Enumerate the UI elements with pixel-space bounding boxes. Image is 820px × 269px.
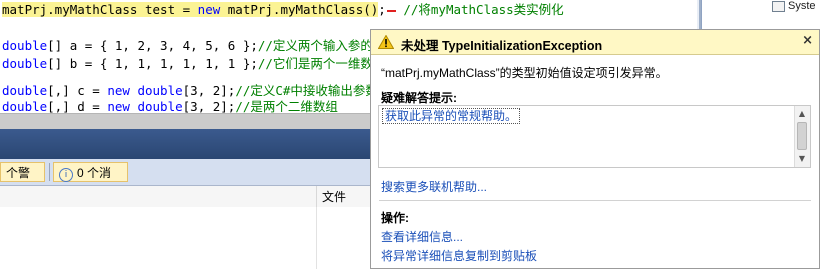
column-separator[interactable] — [316, 186, 317, 207]
column-separator — [316, 207, 317, 269]
popup-header: 未处理 TypeInitializationException × — [371, 30, 819, 55]
close-icon[interactable]: × — [802, 33, 813, 48]
code-text: [3, 2]; — [182, 83, 236, 98]
copy-exception-detail-link[interactable]: 将异常详细信息复制到剪贴板 — [381, 247, 537, 264]
column-header-file[interactable]: 文件 — [322, 188, 346, 205]
code-text: [] b = { 1, 1, 1, 1, 1, 1 }; — [47, 56, 258, 71]
messages-filter-button[interactable]: i0 个消息 — [53, 162, 128, 200]
scroll-up-icon[interactable]: ▲ — [797, 108, 807, 120]
popup-title: 未处理 TypeInitializationException — [401, 39, 603, 53]
scroll-down-icon[interactable]: ▼ — [797, 153, 807, 165]
keyword: double — [137, 83, 183, 98]
code-text: [,] c = — [47, 83, 108, 98]
exception-assistant-popup: 未处理 TypeInitializationException × “matPr… — [370, 29, 820, 269]
troubleshooting-tips-list: 获取此异常的常规帮助。 ▲ ▼ — [378, 105, 811, 168]
code-text: matPrj.myMathClass test = new matPrj.myM… — [2, 2, 379, 17]
code-comment: //定义两个输入参的 — [257, 38, 373, 53]
code-text: ; — [378, 2, 386, 17]
code-comment: //它们是两个一维数组 — [257, 56, 386, 71]
code-text: matPrj.myMathClass test = — [2, 2, 198, 17]
general-help-link[interactable]: 获取此异常的常规帮助。 — [382, 108, 521, 124]
divider — [379, 200, 811, 201]
keyword: double — [137, 99, 183, 113]
warnings-filter-button[interactable]: 个警告 — [0, 162, 45, 200]
code-text: [] a = { 1, 2, 3, 4, 5, 6 }; — [47, 38, 258, 53]
code-comment: //定义C#中接收输出参数 — [235, 83, 378, 98]
toolbar-separator — [49, 163, 50, 181]
keyword: new — [107, 83, 130, 98]
code-comment: //将myMathClass类实例化 — [395, 2, 564, 17]
code-line: double[] b = { 1, 1, 1, 1, 1, 1 };//它们是两… — [2, 55, 385, 73]
exception-message: “matPrj.myMathClass”的类型初始值设定项引发异常。 — [381, 66, 668, 80]
keyword: double — [2, 99, 48, 113]
view-detail-link[interactable]: 查看详细信息... — [381, 228, 463, 245]
keyword: new — [197, 2, 221, 17]
reference-icon — [772, 1, 785, 12]
actions-header: 操作: — [381, 211, 409, 225]
keyword: double — [2, 38, 48, 53]
tips-scrollbar[interactable]: ▲ ▼ — [794, 106, 810, 167]
keyword: double — [2, 56, 48, 71]
scroll-thumb[interactable] — [797, 122, 807, 150]
horizontal-scrollbar[interactable] — [0, 113, 370, 130]
search-online-help-link[interactable]: 搜索更多联机帮助... — [381, 178, 487, 195]
code-text: matPrj.myMathClass() — [220, 2, 379, 17]
code-comment: //是两个二维数组 — [235, 99, 338, 113]
warning-icon — [378, 35, 394, 49]
code-text: [,] d = — [47, 99, 108, 113]
tree-item-label[interactable]: Syste — [788, 0, 816, 12]
smart-tag-marker[interactable] — [386, 1, 396, 12]
keyword: double — [2, 83, 48, 98]
info-icon: i — [59, 168, 73, 182]
code-line: double[] a = { 1, 2, 3, 4, 5, 6 };//定义两个… — [2, 37, 373, 55]
code-line: double[,] d = new double[3, 2];//是两个二维数组 — [2, 98, 338, 113]
keyword: new — [107, 99, 130, 113]
code-line: matPrj.myMathClass test = new matPrj.myM… — [2, 1, 564, 19]
code-text: [3, 2]; — [182, 99, 236, 113]
troubleshooting-tips-header: 疑难解答提示: — [381, 91, 457, 105]
